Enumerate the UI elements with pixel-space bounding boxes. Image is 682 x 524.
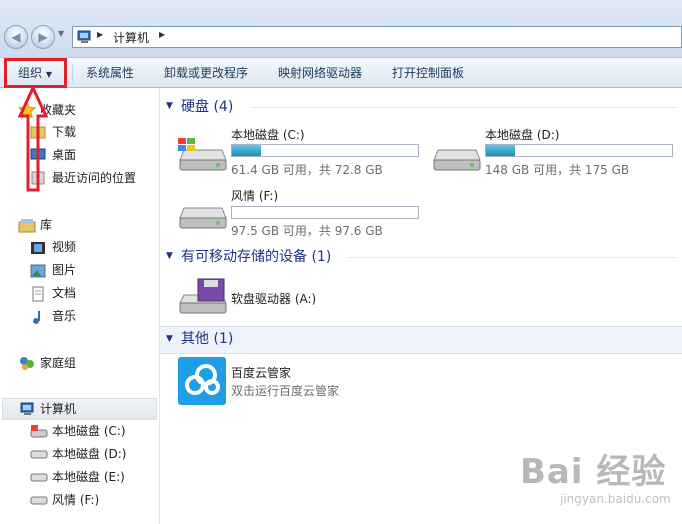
breadcrumb-chevron-icon[interactable]: ▶ <box>159 30 165 39</box>
baidu-jingyan-watermark: Bai 经验 <box>520 452 667 492</box>
forward-button[interactable]: ▶ <box>31 25 55 49</box>
drive-f-name[interactable]: 风情 (F:) <box>231 187 278 204</box>
breadcrumb-separator-icon[interactable]: ▶ <box>97 30 103 39</box>
forward-arrow-icon: ▶ <box>38 30 48 44</box>
nav-desktop[interactable]: 桌面 <box>52 145 76 165</box>
computer-icon <box>77 30 91 43</box>
group-collapse-icon[interactable]: ▼ <box>166 251 173 261</box>
nav-downloads[interactable]: 下载 <box>52 122 76 142</box>
drive-f-free: 97.5 GB 可用，共 97.6 GB <box>231 224 383 238</box>
system-drive-icon <box>30 425 48 438</box>
drive-c-free: 61.4 GB 可用，共 72.8 GB <box>231 163 383 177</box>
nav-drive-d[interactable]: 本地磁盘 (D:) <box>52 444 126 464</box>
drive-icon <box>30 450 48 459</box>
nav-recent-places[interactable]: 最近访问的位置 <box>52 168 136 188</box>
group-divider <box>250 107 678 108</box>
group-other[interactable]: 其他 (1) <box>181 329 233 349</box>
nav-documents[interactable]: 文档 <box>52 283 76 303</box>
drive-icon <box>30 496 48 505</box>
floppy-drive-name[interactable]: 软盘驱动器 (A:) <box>231 290 316 307</box>
baidu-cloud-name[interactable]: 百度云管家 <box>231 364 291 381</box>
recent-pages-chevron-icon[interactable]: ▼ <box>58 29 64 38</box>
drive-d-name[interactable]: 本地磁盘 (D:) <box>485 126 559 143</box>
group-other-header-highlight <box>160 326 682 354</box>
group-collapse-icon[interactable]: ▼ <box>166 101 173 111</box>
highlight-box <box>4 58 67 88</box>
drive-c-usage-bar <box>231 144 419 157</box>
nav-pictures[interactable]: 图片 <box>52 260 76 280</box>
video-icon <box>31 242 45 254</box>
drive-icon <box>179 207 227 229</box>
drive-icon <box>433 149 481 171</box>
watermark-url: jingyan.baidu.com <box>560 492 671 506</box>
nav-music[interactable]: 音乐 <box>52 306 76 326</box>
system-drive-icon <box>178 138 227 171</box>
uninstall-program-button[interactable]: 卸载或更改程序 <box>164 58 248 88</box>
pictures-icon <box>30 264 46 278</box>
map-network-drive-button[interactable]: 映射网络驱动器 <box>278 58 362 88</box>
toolbar-divider <box>72 64 73 82</box>
nav-drive-c[interactable]: 本地磁盘 (C:) <box>52 421 126 441</box>
drive-icon <box>30 473 48 482</box>
floppy-drive-icon <box>179 278 227 314</box>
back-button[interactable]: ◀ <box>4 25 28 49</box>
drive-d-usage-bar <box>485 144 673 157</box>
drive-f-usage-bar <box>231 206 419 219</box>
nav-drive-f[interactable]: 风情 (F:) <box>52 490 99 510</box>
breadcrumb-computer[interactable]: 计算机 <box>113 29 149 46</box>
nav-libraries[interactable]: 库 <box>40 215 52 235</box>
drive-c-name[interactable]: 本地磁盘 (C:) <box>231 126 305 143</box>
command-bar: 组织 ▼ 系统属性 卸载或更改程序 映射网络驱动器 打开控制面板 <box>0 57 682 88</box>
drive-d-usage-fill <box>486 145 515 156</box>
documents-icon <box>32 286 44 302</box>
group-removable[interactable]: 有可移动存储的设备 (1) <box>181 247 331 267</box>
music-icon <box>33 311 40 324</box>
baidu-cloud-icon <box>178 357 226 405</box>
computer-icon <box>20 402 34 415</box>
nav-drive-e[interactable]: 本地磁盘 (E:) <box>52 467 125 487</box>
library-icon <box>18 219 36 233</box>
open-control-panel-button[interactable]: 打开控制面板 <box>392 58 464 88</box>
system-properties-button[interactable]: 系统属性 <box>86 58 134 88</box>
group-divider <box>346 257 678 258</box>
group-hard-disks[interactable]: 硬盘 (4) <box>181 97 233 117</box>
baidu-cloud-desc: 双击运行百度云管家 <box>231 384 340 398</box>
drive-c-usage-fill <box>232 145 262 156</box>
drive-d-free: 148 GB 可用，共 175 GB <box>485 163 630 177</box>
homegroup-icon <box>20 357 34 370</box>
nav-videos[interactable]: 视频 <box>52 237 76 257</box>
address-bar[interactable]: ▶ 计算机 ▶ <box>72 26 682 48</box>
red-arrow-annotation <box>18 86 48 192</box>
back-arrow-icon: ◀ <box>11 30 21 44</box>
group-collapse-icon[interactable]: ▼ <box>166 334 173 344</box>
nav-computer-label: 计算机 <box>40 402 77 416</box>
nav-homegroup[interactable]: 家庭组 <box>40 353 76 373</box>
